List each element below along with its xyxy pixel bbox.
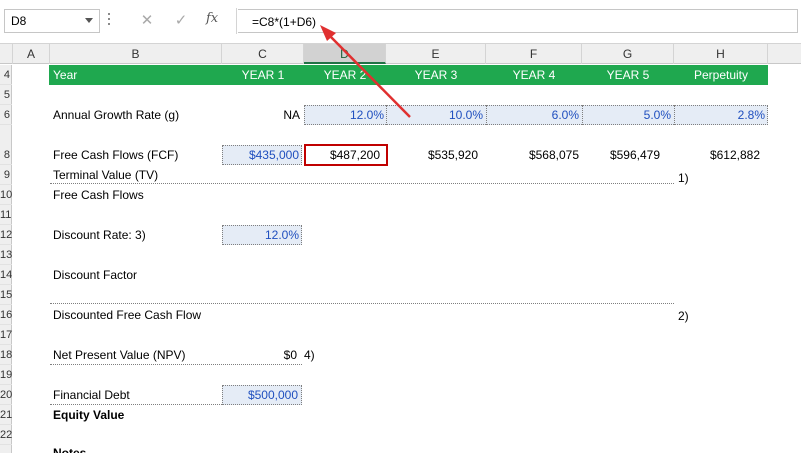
annotation-arrow: [320, 25, 411, 118]
arrow-line: [326, 32, 411, 118]
